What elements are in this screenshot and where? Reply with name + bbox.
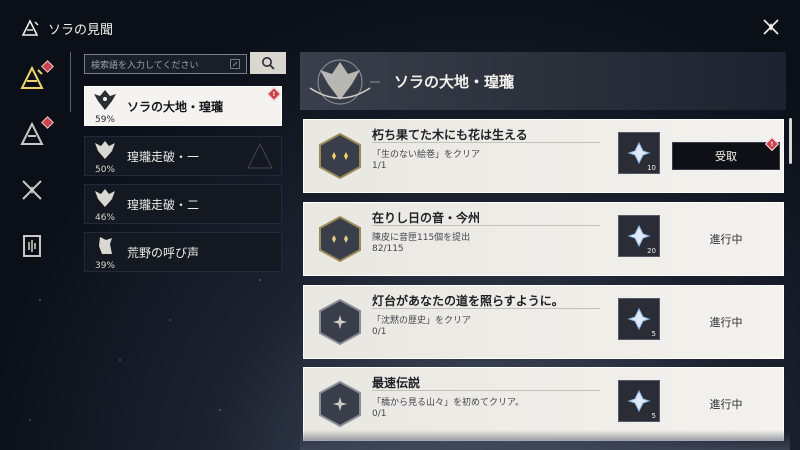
category-item[interactable]: 46% 瑝瓏走破・二 — [84, 184, 282, 224]
achievement-card: 在りし日の音・今州 陳皮に音匣115個を提出 82/115 20 進行中 — [303, 202, 784, 276]
category-emblem: 39% — [85, 232, 125, 272]
dragon-emblem-icon — [309, 59, 380, 105]
achievement-divider — [372, 390, 600, 391]
achievement-title: 灯台があなたの道を照らすように。 — [372, 294, 564, 308]
reward-item[interactable]: 10 — [618, 132, 660, 174]
beast-crest-icon — [95, 189, 115, 207]
claim-button[interactable]: 受取 ! — [672, 136, 780, 170]
close-icon — [763, 19, 779, 35]
category-item[interactable]: 50% 瑝瓏走破・一 — [84, 136, 282, 176]
combat-icon — [20, 121, 44, 145]
achievement-title: 朽ち果てた木にも花は生える — [372, 128, 528, 142]
search-button[interactable] — [250, 52, 286, 74]
category-item[interactable]: 59% ソラの大地・瑝瓏 ! — [84, 86, 282, 126]
book-icon — [23, 235, 41, 257]
status-label: 進行中 — [709, 398, 743, 411]
section-banner: ソラの大地・瑝瓏 — [300, 52, 786, 110]
dragon-crest-icon — [94, 90, 116, 110]
crossed-swords-icon — [22, 180, 42, 200]
category-name: ソラの大地・瑝瓏 — [127, 99, 224, 114]
astrite-crystal-icon — [627, 389, 651, 413]
claim-alert-badge: ! — [764, 136, 780, 152]
category-name: 瑝瓏走破・二 — [127, 197, 200, 212]
search-input[interactable]: 検索語を入力してください — [84, 54, 247, 74]
category-percent: 59% — [94, 115, 115, 125]
rail-item-combat[interactable] — [14, 116, 54, 152]
search-icon — [262, 57, 275, 70]
status-label: 進行中 — [709, 233, 743, 246]
achievement-progress: 82/115 — [372, 244, 404, 254]
achievement-divider — [372, 308, 600, 309]
rail-divider — [70, 52, 71, 112]
category-alert-badge: ! — [266, 86, 282, 102]
reward-item[interactable]: 5 — [618, 380, 660, 422]
achievement-badge-icon — [319, 298, 361, 346]
wolf-crest-icon — [99, 237, 112, 254]
achievement-title: 最速伝説 — [372, 376, 421, 390]
reward-quantity: 5 — [651, 412, 656, 420]
category-percent: 50% — [94, 165, 115, 175]
achievement-title: 在りし日の音・今州 — [372, 211, 481, 225]
category-name: 瑝瓏走破・一 — [127, 149, 200, 164]
rail-item-exploration[interactable] — [14, 60, 54, 96]
category-emblem: 46% — [85, 184, 125, 224]
achievement-badge-icon — [319, 215, 361, 263]
beast-crest-icon — [95, 141, 115, 159]
app-logo-icon — [21, 19, 39, 36]
category-percent: 46% — [94, 213, 115, 223]
status-label: 進行中 — [709, 316, 743, 329]
window-title: ソラの見聞 — [48, 22, 114, 38]
achievement-badge-icon — [319, 132, 361, 180]
category-background-art — [247, 142, 273, 169]
reward-quantity: 5 — [651, 330, 656, 338]
achievement-badge-icon — [319, 380, 361, 428]
category-emblem: 50% — [85, 136, 125, 176]
list-scrollbar[interactable] — [789, 118, 792, 164]
achievement-divider — [372, 225, 600, 226]
achievement-description: 陳皮に音匣115個を提出 — [372, 233, 471, 243]
achievement-description: 「生のない絵巻」をクリア — [372, 150, 481, 160]
search-placeholder: 検索語を入力してください — [91, 60, 199, 71]
banner-title: ソラの大地・瑝瓏 — [394, 72, 515, 91]
category-name: 荒野の呼び声 — [127, 245, 200, 260]
achievement-progress: 0/1 — [372, 327, 387, 337]
astrite-crystal-icon — [627, 141, 651, 165]
category-item[interactable]: 39% 荒野の呼び声 — [84, 232, 282, 272]
close-button[interactable] — [760, 16, 782, 38]
achievement-progress: 1/1 — [372, 161, 387, 171]
achievement-card: 朽ち果てた木にも花は生える 「生のない絵巻」をクリア 1/1 10 受取 ! — [303, 119, 784, 193]
achievement-description: 「橋から見る山々」を初めてクリア。 — [372, 398, 525, 408]
bottom-fade — [300, 430, 790, 450]
astrite-crystal-icon — [627, 307, 651, 331]
rail-item-battle[interactable] — [14, 172, 50, 208]
category-rail — [14, 60, 54, 284]
category-emblem: 59% — [85, 86, 125, 126]
reward-quantity: 20 — [647, 247, 656, 255]
reward-item[interactable]: 5 — [618, 298, 660, 340]
reward-item[interactable]: 20 — [618, 215, 660, 257]
achievement-description: 「沈黙の歴史」をクリア — [372, 316, 472, 326]
edit-icon — [230, 59, 240, 69]
rail-item-collection[interactable] — [14, 228, 50, 264]
top-bar: ソラの見聞 — [0, 0, 800, 56]
achievement-divider — [372, 142, 600, 143]
achievement-progress: 0/1 — [372, 409, 387, 419]
astrite-crystal-icon — [627, 224, 651, 248]
claim-label: 受取 — [715, 150, 737, 163]
achievement-card: 灯台があなたの道を照らすように。 「沈黙の歴史」をクリア 0/1 5 進行中 — [303, 285, 784, 359]
reward-quantity: 10 — [647, 164, 656, 172]
exploration-icon — [20, 65, 44, 89]
category-percent: 39% — [94, 261, 115, 271]
